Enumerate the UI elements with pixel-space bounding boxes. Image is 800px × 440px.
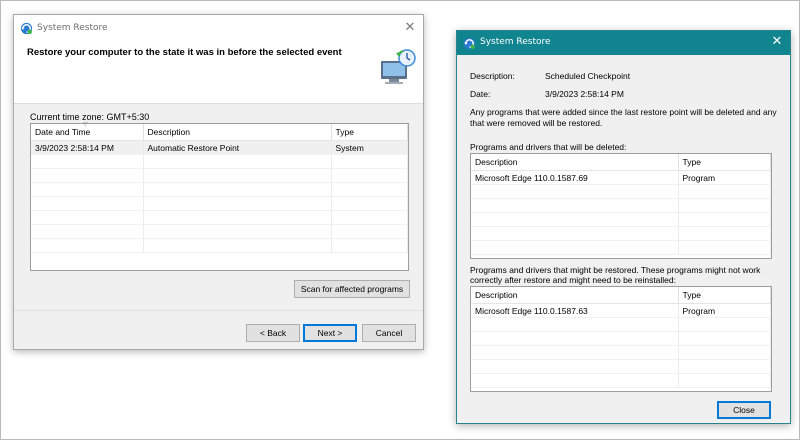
column-header-description[interactable]: Description (471, 287, 679, 304)
restore-info-text: Any programs that were added since the l… (470, 107, 777, 128)
table-row[interactable]: Microsoft Edge 110.0.1587.63 Program (471, 303, 771, 318)
restore-points-list[interactable]: ▽ Date and Time Description Type 3/9/202… (30, 122, 409, 271)
column-header-date[interactable]: ▽ Date and Time (31, 122, 144, 141)
table-row[interactable]: Microsoft Edge 110.0.1587.69 Program (471, 170, 771, 185)
cell-description: Automatic Restore Point (143, 140, 332, 155)
empty-row (31, 154, 408, 169)
description-value: Scheduled Checkpoint (545, 71, 631, 81)
wizard-header: Restore your computer to the state it wa… (14, 43, 423, 104)
empty-row (31, 196, 408, 211)
cell-description: Microsoft Edge 110.0.1587.63 (471, 303, 679, 318)
empty-row (31, 210, 408, 225)
date-label: Date: (470, 89, 491, 99)
cell-date: 3/9/2023 2:58:14 PM (31, 140, 144, 155)
title-bar: System Restore ✕ (14, 15, 423, 43)
date-value: 3/9/2023 2:58:14 PM (545, 89, 624, 99)
system-restore-icon (20, 22, 33, 35)
title-bar: System Restore ✕ (457, 31, 790, 55)
empty-row (471, 345, 771, 360)
empty-row (471, 240, 771, 255)
list-header-row: ▽ Date and Time Description Type (31, 122, 408, 141)
current-time-zone: Current time zone: GMT+5:30 (30, 112, 150, 122)
empty-row (471, 184, 771, 199)
column-header-description[interactable]: Description (143, 124, 332, 141)
cell-type: Program (678, 170, 771, 185)
empty-row (31, 168, 408, 183)
scan-affected-programs-button[interactable]: Scan for affected programs (294, 280, 410, 298)
column-header-type[interactable]: Type (331, 124, 408, 141)
restored-programs-list[interactable]: Description Type Microsoft Edge 110.0.15… (470, 286, 772, 392)
cell-description: Microsoft Edge 110.0.1587.69 (471, 170, 679, 185)
empty-row (471, 373, 771, 388)
column-header-type[interactable]: Type (678, 287, 771, 304)
system-restore-icon (463, 37, 476, 50)
restore-computer-icon (381, 49, 416, 84)
window-title: System Restore (37, 23, 108, 33)
description-label: Description: (470, 71, 515, 81)
close-button[interactable]: Close (717, 401, 771, 419)
empty-row (471, 198, 771, 213)
window-title: System Restore (480, 37, 551, 47)
empty-row (471, 212, 771, 227)
empty-row (31, 238, 408, 253)
restored-programs-caption: Programs and drivers that might be resto… (470, 265, 761, 285)
empty-row (31, 182, 408, 197)
affected-programs-window: System Restore ✕ Description: Scheduled … (456, 30, 791, 424)
empty-row (471, 359, 771, 374)
back-button[interactable]: < Back (246, 324, 300, 342)
empty-row (471, 331, 771, 346)
table-row[interactable]: 3/9/2023 2:58:14 PM Automatic Restore Po… (31, 140, 408, 155)
cell-type: Program (678, 303, 771, 318)
cell-type: System (331, 140, 408, 155)
empty-row (31, 224, 408, 239)
column-header-type[interactable]: Type (678, 154, 771, 171)
list-header-row: Description Type (471, 287, 771, 304)
sort-arrow-icon: ▽ (83, 122, 88, 128)
column-header-description[interactable]: Description (471, 154, 679, 171)
empty-row (471, 317, 771, 332)
deleted-programs-caption: Programs and drivers that will be delete… (470, 142, 627, 152)
cancel-button[interactable]: Cancel (362, 324, 416, 342)
list-header-row: Description Type (471, 154, 771, 171)
next-button[interactable]: Next > (303, 324, 357, 342)
system-restore-wizard-window: System Restore ✕ Restore your computer t… (13, 14, 424, 350)
deleted-programs-list[interactable]: Description Type Microsoft Edge 110.0.15… (470, 153, 772, 259)
close-icon[interactable]: ✕ (402, 20, 418, 36)
close-icon[interactable]: ✕ (769, 34, 785, 50)
page-heading: Restore your computer to the state it wa… (27, 47, 342, 58)
empty-row (471, 226, 771, 241)
